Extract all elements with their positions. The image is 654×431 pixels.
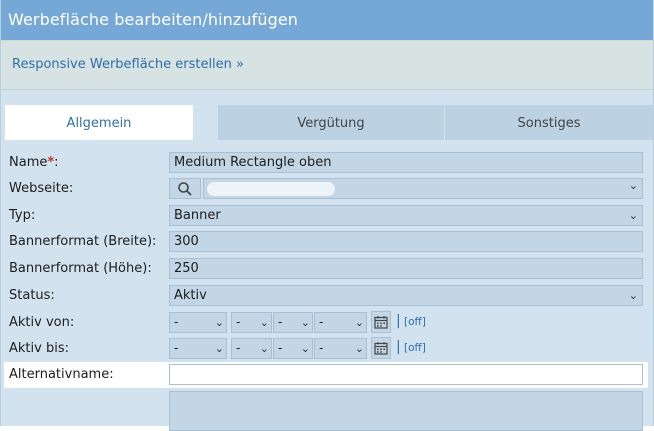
calendar-icon: [374, 342, 388, 355]
separator: |: [396, 313, 401, 329]
typ-value: Banner: [174, 208, 221, 223]
alternativname-input[interactable]: [169, 364, 643, 385]
webseite-row: Webseite: ⌄: [4, 176, 653, 202]
tab-bar: Allgemein Vergütung Sonstiges: [5, 105, 653, 140]
typ-label: Typ:: [9, 208, 36, 223]
tab-allgemein[interactable]: Allgemein: [5, 105, 193, 140]
responsive-link[interactable]: Responsive Werbefläche erstellen »: [12, 57, 244, 72]
dialog-window: Werbefläche bearbeiten/hinzufügen Respon…: [0, 0, 654, 431]
webseite-select[interactable]: ⌄: [203, 178, 643, 199]
chevron-down-icon: ⌄: [628, 209, 638, 222]
chevron-down-icon: ⌄: [354, 342, 364, 355]
aktiv-von-hour-select[interactable]: - ⌄: [231, 312, 272, 333]
aktiv-von-calendar-button[interactable]: [371, 311, 391, 333]
chevron-down-icon: ⌄: [259, 342, 269, 355]
chevron-down-icon: ⌄: [354, 316, 364, 329]
chevron-down-icon: ⌄: [214, 316, 224, 329]
calendar-icon: [374, 316, 388, 329]
webseite-label: Webseite:: [9, 181, 74, 196]
aktiv-bis-date-select[interactable]: - ⌄: [169, 338, 227, 359]
aktiv-von-second-select[interactable]: - ⌄: [314, 312, 367, 333]
hoehe-row: Bannerformat (Höhe): 250: [4, 256, 653, 282]
status-label: Status:: [9, 288, 55, 303]
aktiv-bis-minute-select[interactable]: - ⌄: [273, 338, 313, 359]
alternativname-row: Alternativname:: [4, 362, 648, 388]
status-row: Status: Aktiv ⌄: [4, 283, 653, 309]
search-icon: [178, 182, 192, 196]
chevron-down-icon: ⌄: [628, 289, 638, 302]
description-textarea[interactable]: [169, 391, 643, 431]
chevron-down-icon: ⌄: [214, 342, 224, 355]
hoehe-input[interactable]: 250: [169, 258, 643, 279]
breite-row: Bannerformat (Breite): 300: [4, 229, 653, 255]
chevron-down-icon: ⌄: [259, 316, 269, 329]
aktiv-bis-calendar-button[interactable]: [371, 337, 391, 359]
aktiv-bis-hour-select[interactable]: - ⌄: [231, 338, 272, 359]
aktiv-von-minute-select[interactable]: - ⌄: [273, 312, 313, 333]
status-select[interactable]: Aktiv ⌄: [169, 285, 643, 306]
status-value: Aktiv: [174, 288, 207, 303]
aktiv-von-date-select[interactable]: - ⌄: [169, 312, 227, 333]
name-label: Name*:: [9, 155, 59, 170]
separator: |: [396, 339, 401, 355]
tab-verguetung[interactable]: Vergütung: [217, 105, 444, 140]
typ-select[interactable]: Banner ⌄: [169, 205, 643, 226]
dialog-title: Werbefläche bearbeiten/hinzufügen: [1, 0, 653, 40]
chevron-down-icon: ⌄: [300, 342, 310, 355]
typ-row: Typ: Banner ⌄: [4, 203, 653, 229]
breite-input[interactable]: 300: [169, 231, 643, 252]
aktiv-von-off-link[interactable]: [off]: [404, 316, 426, 328]
name-row: Name*: Medium Rectangle oben: [4, 150, 653, 176]
aktiv-von-label: Aktiv von:: [9, 315, 75, 330]
alternativname-label: Alternativname:: [9, 367, 114, 382]
aktiv-bis-label: Aktiv bis:: [9, 341, 69, 356]
name-input[interactable]: Medium Rectangle oben: [169, 152, 643, 173]
chevron-down-icon: ⌄: [300, 316, 310, 329]
hoehe-label: Bannerformat (Höhe):: [9, 261, 152, 276]
aktiv-bis-off-link[interactable]: [off]: [404, 342, 426, 354]
aktiv-bis-row: Aktiv bis: - ⌄ - ⌄ - ⌄ - ⌄ | [off]: [4, 336, 653, 362]
chevron-down-icon: ⌄: [628, 179, 638, 192]
breite-label: Bannerformat (Breite):: [9, 234, 157, 249]
responsive-bar: Responsive Werbefläche erstellen »: [1, 40, 653, 90]
aktiv-von-row: Aktiv von: - ⌄ - ⌄ - ⌄ - ⌄ | [off]: [4, 310, 653, 336]
aktiv-bis-second-select[interactable]: - ⌄: [314, 338, 367, 359]
webseite-value: [207, 182, 335, 196]
search-button[interactable]: [169, 178, 201, 199]
tab-sonstiges[interactable]: Sonstiges: [444, 105, 653, 140]
